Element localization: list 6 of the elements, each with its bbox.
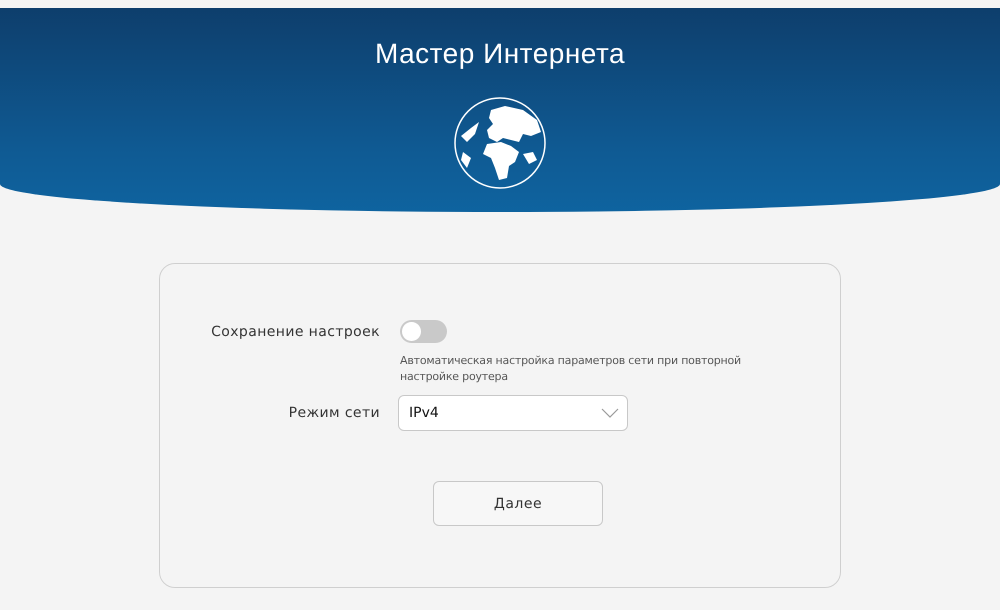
description-text: Автоматическая настройка параметров сети при повторной настройке роутера bbox=[400, 353, 742, 385]
field-label: Сохранение настроек bbox=[211, 324, 380, 340]
field-label: Режим сети bbox=[288, 405, 380, 421]
page-title: Мастер Интернета bbox=[374, 38, 626, 70]
network-mode-dropdown[interactable]: IPv4 bbox=[398, 395, 628, 431]
next-button[interactable]: Далее bbox=[433, 481, 603, 526]
